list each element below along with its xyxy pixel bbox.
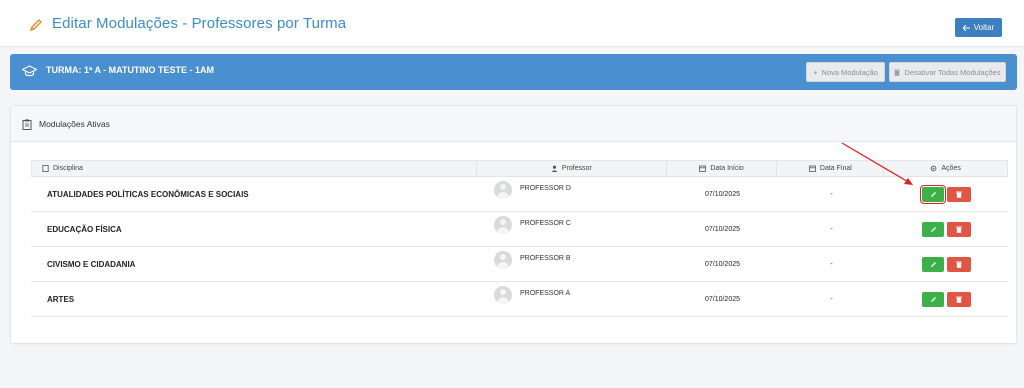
panel-header: Modulações Ativas — [11, 106, 1016, 142]
trash-icon — [956, 261, 962, 268]
table-row: ARTES PROFESSOR A 07/10/2025 - — [31, 282, 1008, 317]
professor-name: PROFESSOR B — [520, 254, 571, 262]
cell-data-final: - — [830, 260, 833, 268]
pencil-icon — [930, 296, 936, 302]
graduation-cap-icon — [22, 65, 37, 77]
table-header: Disciplina Professor Data Início Data Fi… — [31, 160, 1008, 177]
table-row: ATUALIDADES POLÍTICAS ECONÔMICAS E SOCIA… — [31, 177, 1008, 212]
active-modulations-panel: Modulações Ativas Disciplina Professor D… — [10, 105, 1017, 344]
avatar — [494, 181, 512, 199]
class-title: TURMA: 1ª A - MATUTINO TESTE - 1AM — [46, 65, 214, 75]
calendar-icon — [809, 165, 816, 172]
back-button[interactable]: Voltar — [955, 18, 1002, 37]
cell-data-inicio: 07/10/2025 — [704, 225, 741, 233]
cell-actions — [885, 247, 1008, 281]
edit-button[interactable] — [920, 184, 946, 204]
cell-actions — [885, 177, 1008, 211]
avatar — [494, 216, 512, 234]
column-data-inicio: Data Início — [667, 161, 778, 176]
cell-disciplina: ARTES — [47, 294, 75, 304]
cell-professor: PROFESSOR A — [477, 282, 667, 316]
edit-button[interactable] — [922, 291, 944, 307]
cell-data-final: - — [830, 295, 833, 303]
trash-icon — [956, 191, 962, 198]
pencil-icon — [29, 19, 42, 32]
column-disciplina-label: Disciplina — [53, 165, 83, 172]
professor-name: PROFESSOR A — [520, 289, 571, 297]
cell-data-inicio: 07/10/2025 — [704, 260, 741, 268]
clipboard-icon — [22, 119, 32, 130]
user-icon — [551, 165, 558, 172]
cell-disciplina: EDUCAÇÃO FÍSICA — [47, 224, 122, 234]
plus-icon: + — [813, 67, 818, 77]
calendar-icon — [699, 165, 707, 172]
page: Editar Modulações - Professores por Turm… — [0, 0, 1024, 388]
cell-disciplina: CIVISMO E CIDADANIA — [47, 259, 136, 269]
pencil-icon — [930, 261, 936, 267]
trash-icon — [956, 226, 962, 233]
column-data-final: Data Final — [777, 161, 885, 176]
professor-name: PROFESSOR C — [520, 219, 571, 227]
top-header: Editar Modulações - Professores por Turm… — [0, 0, 1024, 47]
cell-data-final: - — [830, 225, 833, 233]
back-button-label: Voltar — [973, 23, 995, 32]
column-disciplina: Disciplina — [32, 161, 478, 176]
cell-disciplina: ATUALIDADES POLÍTICAS ECONÔMICAS E SOCIA… — [47, 189, 249, 199]
column-professor: Professor — [477, 161, 667, 176]
deactivate-all-button[interactable]: Desativar Todas Modulações — [889, 62, 1006, 82]
new-modulation-button[interactable]: + Nova Modulação — [806, 62, 885, 82]
column-data-final-label: Data Final — [819, 165, 852, 172]
class-bar: TURMA: 1ª A - MATUTINO TESTE - 1AM + Nov… — [10, 54, 1017, 90]
cell-professor: PROFESSOR B — [477, 247, 667, 281]
column-data-inicio-label: Data Início — [710, 165, 744, 172]
cell-professor: PROFESSOR D — [477, 177, 667, 211]
cell-actions — [885, 282, 1008, 316]
pencil-icon — [930, 191, 936, 197]
column-professor-label: Professor — [561, 165, 592, 172]
gear-icon — [931, 165, 937, 172]
cell-professor: PROFESSOR C — [477, 212, 667, 246]
cell-data-inicio: 07/10/2025 — [704, 295, 741, 303]
avatar — [494, 251, 512, 269]
pencil-icon — [930, 226, 936, 232]
delete-button[interactable] — [947, 221, 971, 237]
panel-title: Modulações Ativas — [39, 119, 110, 129]
column-acoes: Ações — [884, 161, 1007, 176]
avatar — [494, 286, 512, 304]
delete-button[interactable] — [947, 291, 971, 307]
trash-icon — [956, 296, 962, 303]
professor-name: PROFESSOR D — [520, 184, 571, 192]
table-row: EDUCAÇÃO FÍSICA PROFESSOR C 07/10/2025 - — [31, 212, 1008, 247]
arrow-left-icon — [962, 24, 970, 31]
deactivate-all-label: Desativar Todas Modulações — [904, 67, 1001, 77]
edit-button[interactable] — [922, 221, 944, 237]
trash-icon — [894, 69, 901, 76]
cell-data-inicio: 07/10/2025 — [704, 190, 741, 198]
cell-data-final: - — [830, 190, 833, 198]
modulations-table: Disciplina Professor Data Início Data Fi… — [31, 160, 1008, 317]
new-modulation-label: Nova Modulação — [821, 67, 878, 77]
column-acoes-label: Ações — [941, 165, 961, 172]
delete-button[interactable] — [947, 186, 971, 202]
page-title: Editar Modulações - Professores por Turm… — [52, 15, 347, 32]
cell-actions — [885, 212, 1008, 246]
book-icon — [42, 165, 49, 172]
edit-button[interactable] — [922, 256, 944, 272]
delete-button[interactable] — [947, 256, 971, 272]
table-row: CIVISMO E CIDADANIA PROFESSOR B 07/10/20… — [31, 247, 1008, 282]
